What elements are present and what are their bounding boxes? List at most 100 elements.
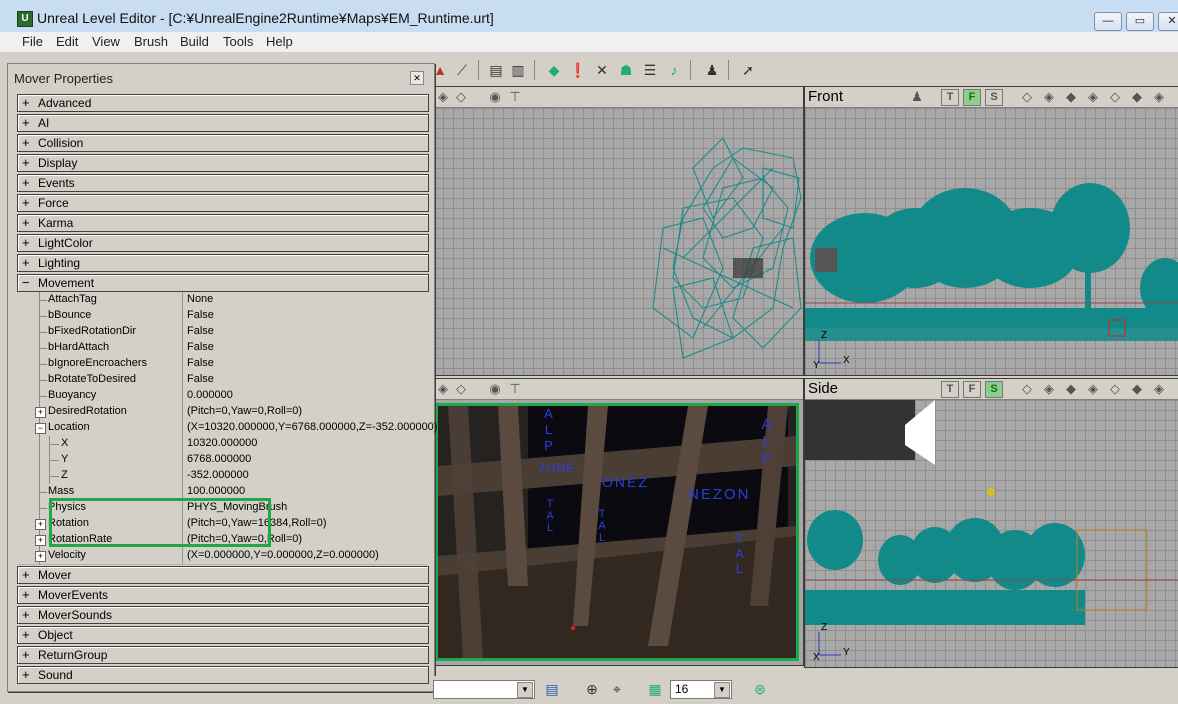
expand-icon[interactable]: + — [22, 607, 30, 622]
mesh-browser-icon[interactable]: ☗ — [616, 59, 636, 81]
expand-icon[interactable]: + — [22, 95, 30, 110]
sound-browser-icon[interactable]: ☰ — [640, 59, 660, 81]
viewport-top[interactable]: ◈ ◇ ◉ ⊤ — [432, 86, 804, 376]
pin-icon[interactable]: ⊤ — [507, 89, 523, 105]
category-sound[interactable]: + Sound — [17, 666, 429, 684]
expand-icon[interactable]: + — [22, 255, 30, 270]
expand-icon[interactable]: + — [35, 535, 46, 546]
expand-icon[interactable]: + — [22, 215, 30, 230]
eye-icon[interactable]: ◉ — [487, 381, 503, 397]
lock-icon[interactable]: ⊕ — [583, 680, 601, 698]
property-row-z[interactable]: Z -352.000000 — [17, 468, 427, 485]
property-row-bbounce[interactable]: bBounce False — [17, 308, 427, 325]
property-row-brotatetodesired[interactable]: bRotateToDesired False — [17, 372, 427, 389]
menu-build[interactable]: Build — [180, 34, 209, 49]
expand-icon[interactable]: + — [22, 115, 30, 130]
viewport-grid[interactable] — [433, 108, 803, 375]
unreal-editor-icon[interactable]: U — [17, 11, 33, 27]
viewport-side[interactable]: Side T F S ◇ ◈ ◆ ◈ ◇ ◆ ◈ Z Y X — [804, 378, 1178, 668]
property-row-y[interactable]: Y 6768.000000 — [17, 452, 427, 469]
expand-icon[interactable]: + — [35, 407, 46, 418]
actor-browser-icon[interactable]: ▤ — [486, 59, 506, 81]
view-side-button[interactable]: S — [985, 89, 1003, 106]
menu-brush[interactable]: Brush — [134, 34, 168, 49]
category-karma[interactable]: + Karma — [17, 214, 429, 232]
log-icon[interactable]: ▤ — [543, 680, 561, 698]
music-browser-icon[interactable]: ♪ — [664, 59, 684, 81]
menu-file[interactable]: File — [22, 34, 43, 49]
property-value[interactable]: False — [187, 373, 214, 385]
cube-wire-icon[interactable]: ◇ — [453, 89, 469, 105]
property-row-buoyancy[interactable]: Buoyancy 0.000000 — [17, 388, 427, 405]
category-lightcolor[interactable]: + LightColor — [17, 234, 429, 252]
menu-tools[interactable]: Tools — [223, 34, 253, 49]
expand-icon[interactable]: + — [22, 587, 30, 602]
category-collision[interactable]: + Collision — [17, 134, 429, 152]
viewport-grid[interactable]: Z Y X — [805, 400, 1178, 667]
property-row-bignoreencroachers[interactable]: bIgnoreEncroachers False — [17, 356, 427, 373]
viewport-front[interactable]: Front ♟ T F S ◇ ◈ ◆ ◈ ◇ ◆ ◈ Z X Y — [804, 86, 1178, 376]
property-row-attachtag[interactable]: AttachTag None — [17, 292, 427, 309]
viewport-grid[interactable]: Z X Y — [805, 108, 1178, 375]
lit-mode-icon[interactable]: ◈ — [1085, 89, 1101, 105]
category-force[interactable]: + Force — [17, 194, 429, 212]
pin-icon[interactable]: ♟ — [909, 89, 925, 105]
menu-help[interactable]: Help — [266, 34, 293, 49]
expand-icon[interactable]: + — [35, 519, 46, 530]
category-object[interactable]: + Object — [17, 626, 429, 644]
light-icon[interactable]: ❗ — [568, 59, 588, 81]
zone-mode-icon[interactable]: ◈ — [1041, 381, 1057, 397]
property-row-desiredrotation[interactable]: + DesiredRotation (Pitch=0,Yaw=0,Roll=0) — [17, 404, 427, 421]
select-arrow-icon[interactable]: ➚ — [738, 59, 758, 81]
property-value[interactable]: 10320.000000 — [187, 437, 257, 449]
play-level-icon[interactable]: ♟ — [702, 59, 722, 81]
build-lighting-icon[interactable]: ⟋ — [452, 59, 472, 81]
property-value[interactable]: False — [187, 341, 214, 353]
camera-mode-icon[interactable]: ◆ — [1129, 89, 1145, 105]
unlit-mode-icon[interactable]: ◇ — [1107, 381, 1123, 397]
texture-mode-icon[interactable]: ◆ — [1063, 89, 1079, 105]
maximize-button[interactable]: ▭ — [1126, 12, 1154, 31]
crosshair-icon[interactable]: ⌖ — [608, 680, 626, 698]
brush-mode-icon[interactable]: ◈ — [1151, 89, 1167, 105]
eye-icon[interactable]: ◉ — [487, 89, 503, 105]
category-moverevents[interactable]: + MoverEvents — [17, 586, 429, 604]
expand-icon[interactable]: + — [22, 235, 30, 250]
property-row-velocity[interactable]: + Velocity (X=0.000000,Y=0.000000,Z=0.0000… — [17, 548, 427, 565]
collapse-icon[interactable]: − — [35, 423, 46, 434]
category-mover[interactable]: + Mover — [17, 566, 429, 584]
expand-icon[interactable]: + — [22, 195, 30, 210]
category-lighting[interactable]: + Lighting — [17, 254, 429, 272]
rotation-snap-icon[interactable]: ⊛ — [751, 680, 769, 698]
menu-edit[interactable]: Edit — [56, 34, 78, 49]
cube-wire-icon[interactable]: ◇ — [453, 381, 469, 397]
menu-view[interactable]: View — [92, 34, 120, 49]
path-icon[interactable]: ✕ — [592, 59, 612, 81]
expand-icon[interactable]: + — [35, 551, 46, 562]
category-ai[interactable]: + AI — [17, 114, 429, 132]
property-value[interactable]: (X=10320.000000,Y=6768.000000,Z=-352.000… — [187, 421, 437, 433]
minimize-button[interactable]: — — [1094, 12, 1122, 31]
category-events[interactable]: + Events — [17, 174, 429, 192]
brush-mode-icon[interactable]: ◈ — [1151, 381, 1167, 397]
expand-icon[interactable]: + — [22, 627, 30, 642]
cube-icon[interactable]: ◈ — [435, 381, 451, 397]
texture-browser-icon[interactable]: ◆ — [544, 59, 564, 81]
property-value[interactable]: 0.000000 — [187, 389, 233, 401]
view-side-button[interactable]: S — [985, 381, 1003, 398]
category-display[interactable]: + Display — [17, 154, 429, 172]
category-moversounds[interactable]: + MoverSounds — [17, 606, 429, 624]
group-browser-icon[interactable]: ▥ — [508, 59, 528, 81]
property-value[interactable]: False — [187, 357, 214, 369]
collapse-icon[interactable]: − — [22, 275, 30, 290]
property-row-x[interactable]: X 10320.000000 — [17, 436, 427, 453]
wireframe-mode-icon[interactable]: ◇ — [1019, 381, 1035, 397]
cube-icon[interactable]: ◈ — [435, 89, 451, 105]
wireframe-mode-icon[interactable]: ◇ — [1019, 89, 1035, 105]
lit-mode-icon[interactable]: ◈ — [1085, 381, 1101, 397]
category-returngroup[interactable]: + ReturnGroup — [17, 646, 429, 664]
property-value[interactable]: False — [187, 325, 214, 337]
property-value[interactable]: None — [187, 293, 213, 305]
property-row-bhardattach[interactable]: bHardAttach False — [17, 340, 427, 357]
close-button[interactable]: ✕ — [1158, 12, 1178, 31]
